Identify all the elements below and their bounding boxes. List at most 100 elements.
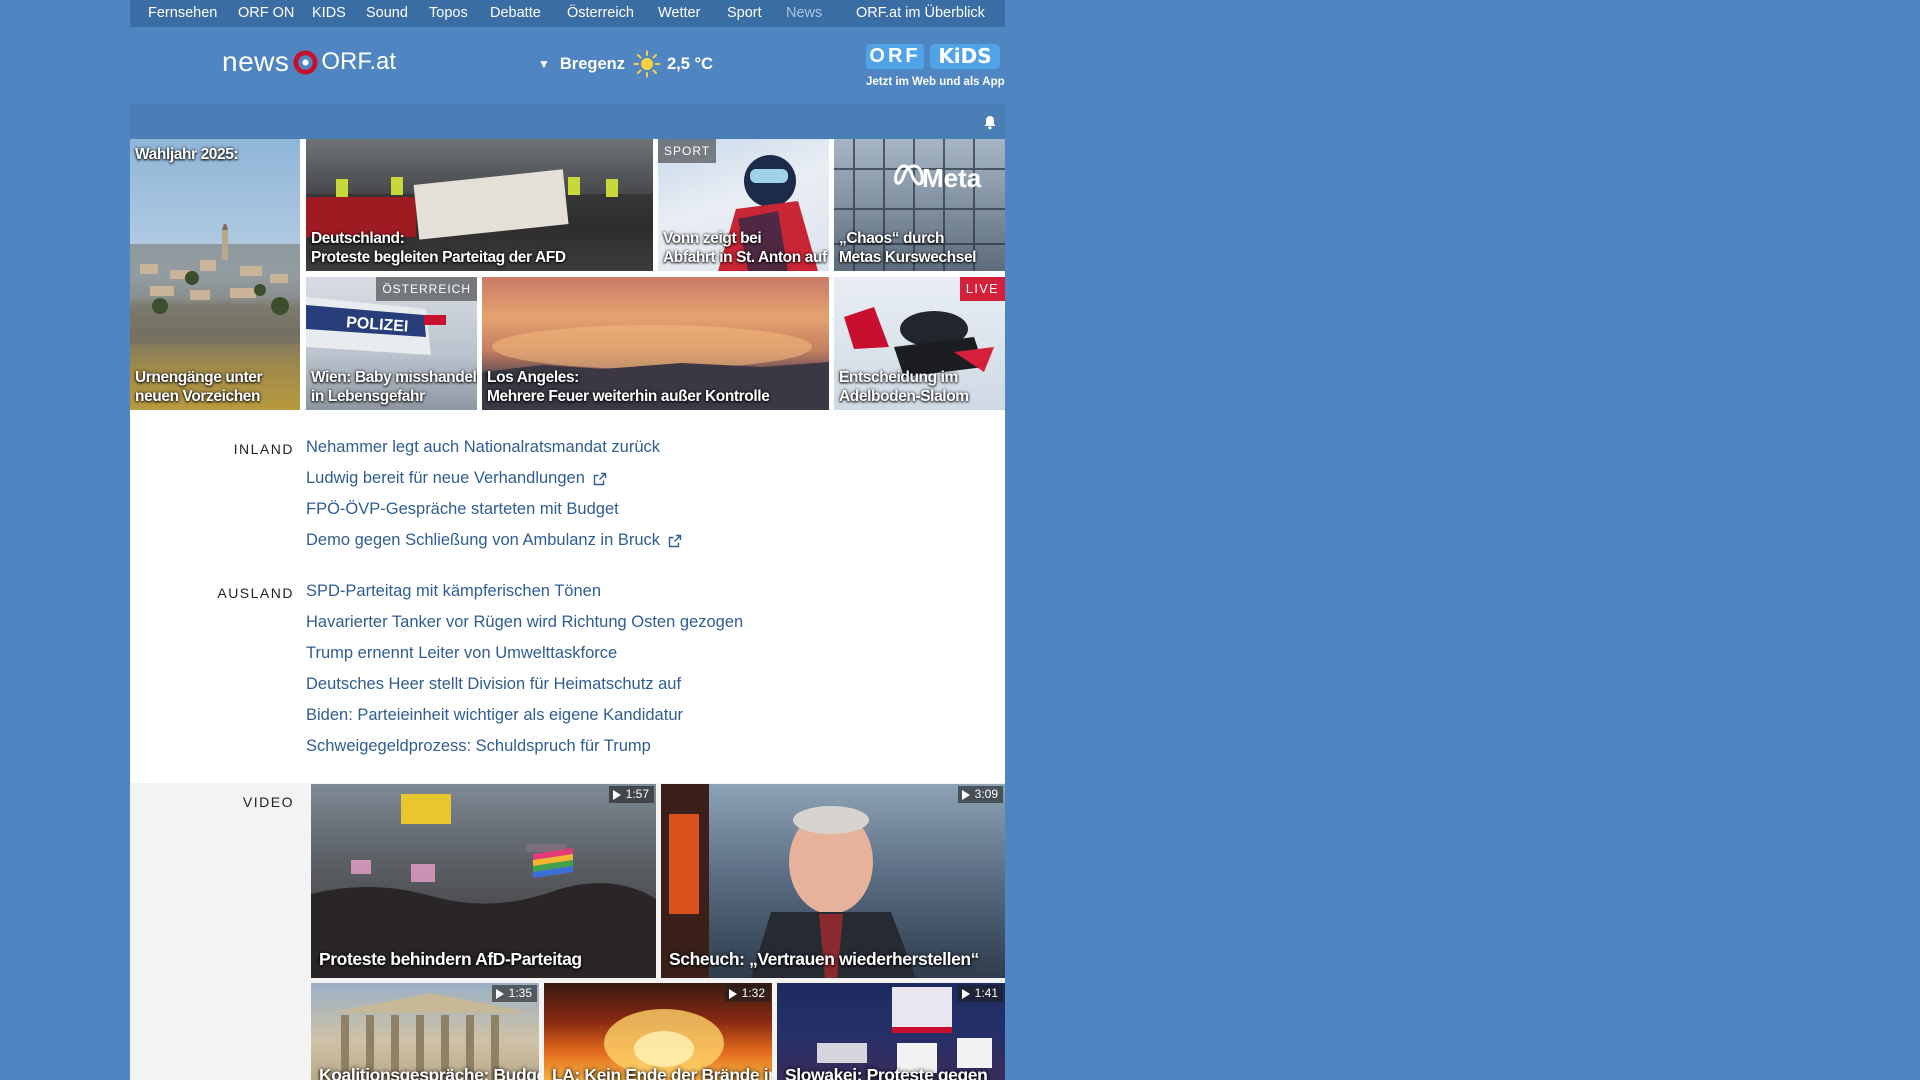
tile-wahljahr-caption: Urnengänge unter neuen Vorzeichen: [135, 368, 297, 406]
section-ausland: AUSLAND SPD-Parteitag mit kämpferischen …: [130, 554, 1005, 774]
svg-text:Meta: Meta: [922, 163, 982, 193]
ausland-link-2-text: Havarierter Tanker vor Rügen wird Richtu…: [306, 613, 744, 631]
nav-kids[interactable]: KIDS: [312, 0, 346, 27]
tile-wien-tag: ÖSTERREICH: [376, 277, 477, 301]
news-orf-logo[interactable]: news ORF.at: [222, 46, 397, 77]
video-tile-5[interactable]: 1:41 Slowakei: Proteste gegen: [777, 983, 1005, 1080]
video-1-title: Proteste behindern AfD-Parteitag: [319, 949, 582, 969]
inland-link-2[interactable]: Ludwig bereit für neue Verhandlungen: [306, 469, 607, 488]
video-1-duration-text: 1:57: [625, 787, 649, 801]
video-1-duration: 1:57: [608, 786, 654, 803]
tile-afd-line-2: Proteste begleiten Parteitag der AFD: [311, 249, 566, 266]
tile-la-line-1: Los Angeles:: [487, 369, 579, 386]
video-tile-4[interactable]: 1:32 LA: Kein Ende der Brände in: [544, 983, 772, 1080]
orf-kids-subtitle: Jetzt im Web und als App: [866, 76, 1005, 88]
tile-meta-line-1: „Chaos“ durch: [839, 230, 945, 247]
play-icon: [961, 988, 970, 999]
external-link-icon: [668, 534, 682, 547]
ausland-link-3-text: Trump ernennt Leiter von Umwelttaskforce: [306, 644, 618, 662]
tile-adelboden-caption: Entscheidung im Adelboden-Slalom: [839, 368, 1002, 406]
ausland-link-3[interactable]: Trump ernennt Leiter von Umwelttaskforce: [306, 644, 617, 663]
ausland-link-1[interactable]: SPD-Parteitag mit kämpferischen Tönen: [306, 582, 601, 601]
section-video-label: VIDEO: [242, 794, 294, 810]
tile-wahljahr-line-2: neuen Vorzeichen: [135, 388, 261, 405]
tile-wahljahr-line-1: Urnengänge unter: [135, 369, 263, 386]
tile-afd[interactable]: Deutschland: Proteste begleiten Parteita…: [306, 139, 653, 271]
inland-link-2-text: Ludwig bereit für neue Verhandlungen: [306, 469, 585, 487]
inland-link-3-text: FPÖ-ÖVP-Gespräche starteten mit Budget: [306, 500, 619, 518]
nav-sound[interactable]: Sound: [366, 0, 408, 27]
nav-debatte[interactable]: Debatte: [490, 0, 541, 27]
bell-icon[interactable]: [983, 115, 997, 130]
orf-kids-orf-text: ORF: [866, 44, 924, 69]
video-tile-3[interactable]: 1:35 Koalitionsgespräche: Budget: [311, 983, 539, 1080]
chevron-down-icon: ▼: [538, 57, 550, 71]
tile-vonn-line-2: Abfahrt in St. Anton auf: [663, 249, 827, 266]
ausland-link-5-text: Biden: Parteieinheit wichtiger als eigen…: [306, 706, 683, 724]
video-2-title: Scheuch: „Vertrauen wiederherstellen“: [669, 949, 980, 969]
ausland-link-5[interactable]: Biden: Parteieinheit wichtiger als eigen…: [306, 706, 683, 725]
top-stories-grid: Wahljahr 2025: Urnengänge unter neuen Vo…: [130, 139, 1005, 410]
tile-afd-caption: Deutschland: Proteste begleiten Parteita…: [311, 229, 650, 267]
section-inland: INLAND Nehammer legt auch Nationalratsma…: [130, 410, 1005, 550]
tile-adelboden-line-2: Adelboden-Slalom: [839, 388, 969, 405]
tile-meta[interactable]: Meta „Chaos“ durch Metas Kurswechsel: [834, 139, 1005, 271]
video-5-duration: 1:41: [957, 985, 1003, 1002]
external-link-icon: [593, 472, 607, 485]
ausland-link-6-text: Schweigegeldprozess: Schuldspruch für Tr…: [306, 737, 651, 755]
video-tile-1[interactable]: 1:57 Proteste behindern AfD-Parteitag: [311, 784, 656, 978]
tile-vonn[interactable]: SPORT Vonn zeigt bei Abfahrt in St. Anto…: [658, 139, 829, 271]
video-2-duration-text: 3:09: [974, 787, 998, 801]
video-4-duration: 1:32: [724, 985, 770, 1002]
orf-kids-promo[interactable]: ORF KiDS Jetzt im Web und als App: [866, 44, 1006, 94]
play-icon: [961, 789, 970, 800]
video-4-title: LA: Kein Ende der Brände in: [552, 1065, 772, 1080]
inland-link-4[interactable]: Demo gegen Schließung von Ambulanz in Br…: [306, 531, 682, 550]
tile-vonn-caption: Vonn zeigt bei Abfahrt in St. Anton auf: [663, 229, 827, 267]
ausland-link-2[interactable]: Havarierter Tanker vor Rügen wird Richtu…: [306, 613, 743, 632]
tile-la-line-2: Mehrere Feuer weiterhin außer Kontrolle: [487, 388, 770, 405]
top-navigation: Fernsehen ORF ON KIDS Sound Topos Debatt…: [130, 0, 1005, 27]
tile-adelboden-line-1: Entscheidung im: [839, 369, 958, 386]
video-section: VIDEO 1:57 Proteste behindern AfD-Partei…: [130, 783, 1005, 1080]
video-5-title: Slowakei: Proteste gegen: [785, 1065, 988, 1080]
tile-wahljahr[interactable]: Wahljahr 2025: Urnengänge unter neuen Vo…: [130, 139, 300, 410]
tile-meta-caption: „Chaos“ durch Metas Kurswechsel: [839, 229, 1002, 267]
weather-widget[interactable]: ▼ Bregenz 2,5 °C: [538, 50, 714, 78]
sun-icon: [633, 50, 661, 78]
news-link-lists: INLAND Nehammer legt auch Nationalratsma…: [130, 410, 1005, 783]
nav-orf-on[interactable]: ORF ON: [238, 0, 294, 27]
nav-news[interactable]: News: [786, 0, 822, 27]
tile-la-caption: Los Angeles: Mehrere Feuer weiterhin auß…: [487, 368, 826, 406]
tile-wien[interactable]: POLIZEI ÖSTERREICH Wien: Baby misshandel…: [306, 277, 477, 410]
tile-la[interactable]: Los Angeles: Mehrere Feuer weiterhin auß…: [482, 277, 829, 410]
tile-vonn-tag: SPORT: [658, 139, 717, 163]
ausland-link-4-text: Deutsches Heer stellt Division für Heima…: [306, 675, 682, 693]
nav-fernsehen[interactable]: Fernsehen: [148, 0, 217, 27]
logo-news-text: news: [222, 46, 290, 77]
nav-orf-overview[interactable]: ORF.at im Überblick: [856, 0, 985, 27]
inland-link-3[interactable]: FPÖ-ÖVP-Gespräche starteten mit Budget: [306, 500, 619, 519]
play-icon: [728, 988, 737, 999]
logo-orf-text: ORF.at: [321, 48, 397, 75]
orf-ring-icon: [293, 49, 318, 75]
play-icon: [495, 988, 504, 999]
nav-oesterreich[interactable]: Österreich: [567, 0, 634, 27]
ausland-link-4[interactable]: Deutsches Heer stellt Division für Heima…: [306, 675, 681, 694]
ausland-link-6[interactable]: Schweigegeldprozess: Schuldspruch für Tr…: [306, 737, 651, 756]
section-ausland-label: AUSLAND: [217, 585, 294, 601]
weather-temperature: 2,5 °C: [667, 54, 714, 73]
notification-bar: [130, 104, 1005, 139]
video-3-title: Koalitionsgespräche: Budget: [319, 1065, 539, 1080]
weather-city: Bregenz: [559, 54, 625, 73]
nav-sport[interactable]: Sport: [727, 0, 762, 27]
tile-adelboden[interactable]: LIVE Entscheidung im Adelboden-Slalom: [834, 277, 1005, 410]
video-tile-2[interactable]: 3:09 Scheuch: „Vertrauen wiederherstelle…: [661, 784, 1005, 978]
nav-topos[interactable]: Topos: [429, 0, 468, 27]
video-3-duration-text: 1:35: [508, 986, 532, 1000]
inland-link-1[interactable]: Nehammer legt auch Nationalratsmandat zu…: [306, 438, 660, 457]
nav-wetter[interactable]: Wetter: [658, 0, 700, 27]
video-4-duration-text: 1:32: [741, 986, 765, 1000]
video-2-duration: 3:09: [957, 786, 1003, 803]
section-inland-label: INLAND: [233, 441, 294, 457]
